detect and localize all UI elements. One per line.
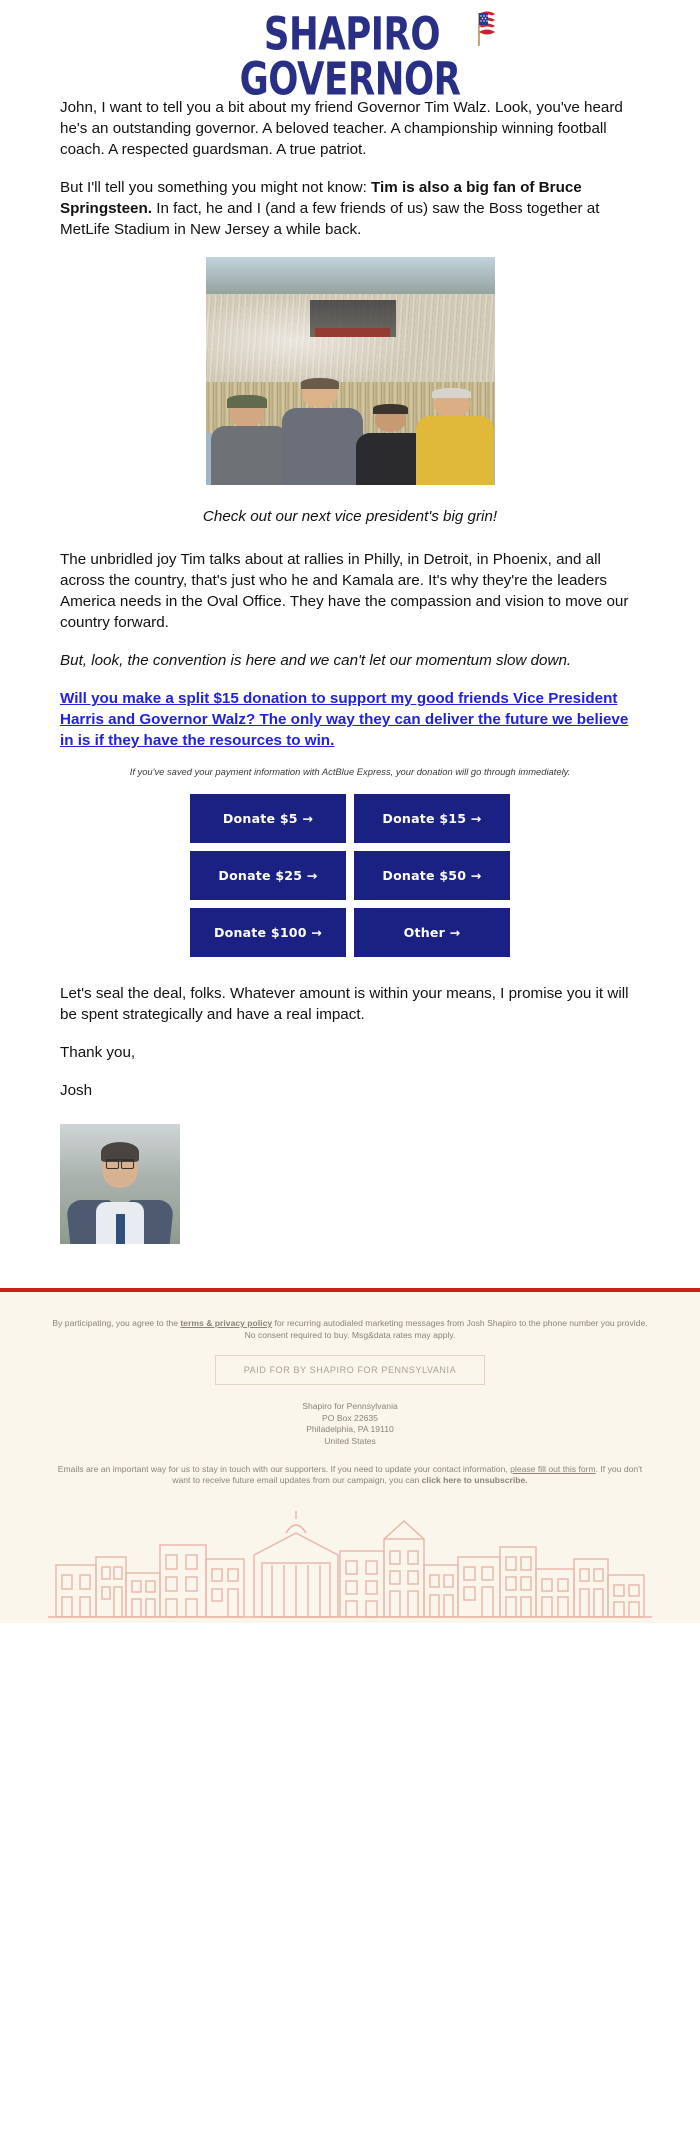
donation-row-2: Donate $25 → Donate $50 →	[190, 851, 510, 901]
footer-sms-disclaimer: By participating, you agree to the terms…	[48, 1318, 652, 1341]
donate-5-button[interactable]: Donate $5 →	[190, 794, 346, 844]
footer-note-pre: Emails are an important way for us to st…	[57, 1463, 511, 1474]
email-footer: By participating, you agree to the terms…	[0, 1288, 700, 1623]
thank-you-line: Thank you,	[60, 1044, 136, 1062]
us-flag-icon	[478, 11, 496, 46]
unsubscribe-link[interactable]: click here to unsubscribe.	[422, 1475, 528, 1485]
photo-person-1	[211, 395, 290, 486]
paragraph-closing: Let's seal the deal, folks. Whatever amo…	[60, 985, 629, 1024]
donate-50-button[interactable]: Donate $50 →	[354, 851, 510, 901]
donation-button-grid: Donate $5 → Donate $15 → Donate $25 → Do…	[190, 794, 510, 958]
footer-email-preferences: Emails are an important way for us to st…	[48, 1464, 652, 1487]
address-country: United States	[324, 1436, 376, 1447]
photo-person-3-hair	[373, 404, 408, 414]
donate-15-button[interactable]: Donate $15 →	[354, 794, 510, 844]
paragraph-unbridled-joy: The unbridled joy Tim talks about at ral…	[60, 551, 629, 632]
address-city-state-zip: Philadelphia, PA 19110	[306, 1424, 394, 1435]
donate-25-button[interactable]: Donate $25 →	[190, 851, 346, 901]
footer-sms-pre: By participating, you agree to the	[52, 1318, 181, 1329]
email-body: SHAPIRO GOVERNOR John, I want to tell yo…	[0, 0, 700, 1623]
actblue-express-note: If you've saved your payment information…	[129, 766, 571, 778]
logo-line-shapiro: SHAPIRO	[263, 7, 441, 61]
concert-photo-block	[60, 257, 640, 490]
footer-sms-post: for recurring autodialed marketing messa…	[244, 1318, 648, 1340]
photo-caption: Check out our next vice president's big …	[202, 508, 498, 526]
donation-row-3: Donate $100 → Other →	[190, 908, 510, 958]
city-skyline-illustration	[48, 1510, 652, 1618]
photo-person-2-hair	[300, 377, 340, 389]
paid-for-disclaimer: PAID FOR BY SHAPIRO FOR PENNSYLVANIA	[215, 1355, 485, 1386]
logo-lockup: SHAPIRO GOVERNOR	[235, 7, 496, 102]
photo-person-4-hair	[432, 387, 472, 399]
split-donation-link[interactable]: Will you make a split $15 donation to su…	[60, 688, 640, 751]
address-org: Shapiro for Pennsylvania	[302, 1401, 398, 1412]
photo-group-of-four	[206, 376, 495, 486]
paragraph-springsteen: But I'll tell you something you might no…	[60, 177, 640, 240]
donate-100-button[interactable]: Donate $100 →	[190, 908, 346, 958]
footer-address: Shapiro for Pennsylvania PO Box 22635 Ph…	[48, 1401, 652, 1447]
josh-shapiro-headshot	[60, 1124, 180, 1245]
update-contact-form-link[interactable]: please fill out this form	[510, 1464, 596, 1474]
paragraph-intro: John, I want to tell you a bit about my …	[60, 99, 623, 159]
photo-stage-lights	[315, 327, 391, 337]
email-content: John, I want to tell you a bit about my …	[0, 97, 700, 1245]
paragraph-springsteen-pre: But I'll tell you something you might no…	[60, 179, 372, 197]
donate-other-button[interactable]: Other →	[354, 908, 510, 958]
donation-row-1: Donate $5 → Donate $15 →	[190, 794, 510, 844]
photo-person-1-cap	[226, 395, 268, 408]
paragraph-convention: But, look, the convention is here and we…	[60, 652, 572, 670]
photo-person-4	[416, 387, 495, 486]
campaign-logo: SHAPIRO GOVERNOR	[0, 0, 700, 102]
concert-photo	[205, 257, 495, 486]
terms-privacy-policy-link[interactable]: terms & privacy policy	[180, 1318, 272, 1328]
glasses-icon	[106, 1159, 134, 1170]
logo-line-governor: GOVERNOR	[239, 52, 461, 106]
signature-name: Josh	[60, 1082, 93, 1100]
photo-person-2	[281, 377, 365, 486]
address-po-box: PO Box 22635	[322, 1412, 378, 1423]
signature-photo-block	[60, 1118, 640, 1245]
